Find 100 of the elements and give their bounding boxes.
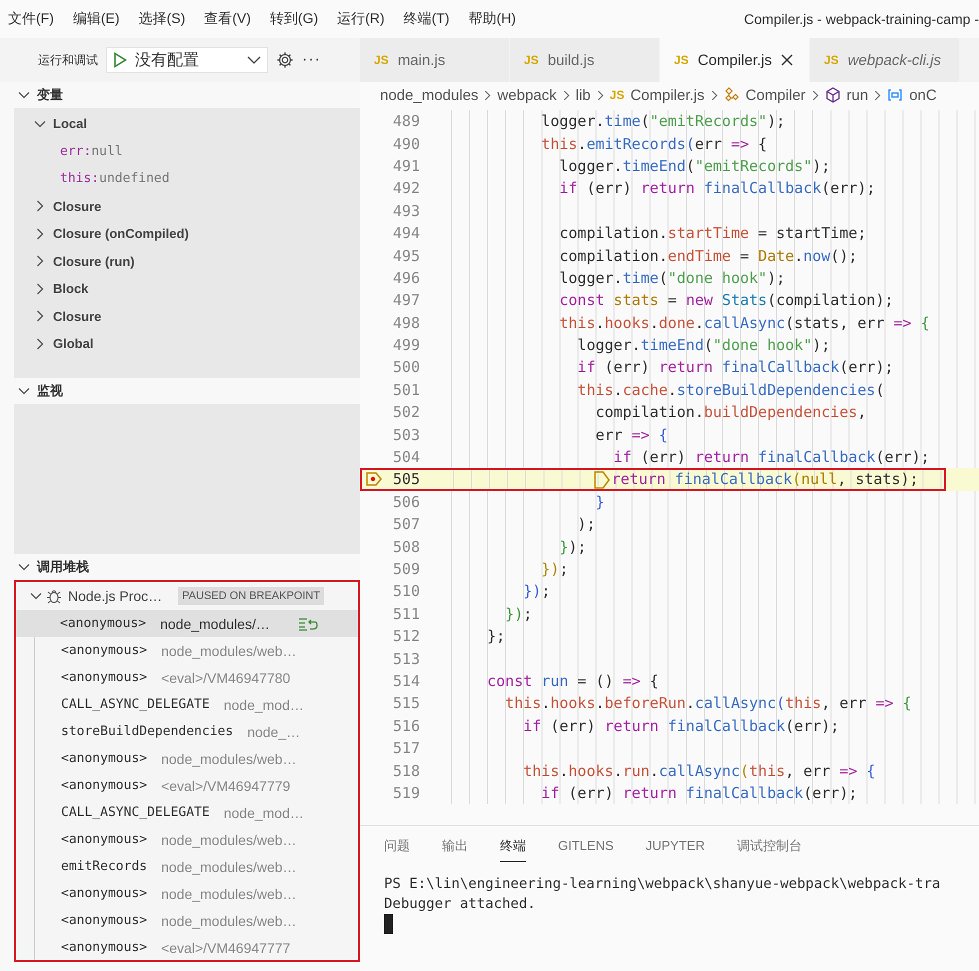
stack-frame[interactable]: CALL_ASYNC_DELEGATE node_mod… [34,691,358,718]
chevron-icon[interactable] [36,310,44,322]
chevron-right-icon [596,90,604,100]
code-line: if (err) return finalCallback(err); [576,358,894,376]
line-number: 498 [392,314,420,332]
scope-item[interactable]: Block [53,281,88,296]
breadcrumb-item[interactable]: node_modules [380,86,478,104]
section-title[interactable]: 调用堆栈 [37,558,89,576]
chevron-right-icon [562,90,570,100]
menu-item[interactable]: 文件(F) [8,10,54,28]
run-debug-label: 运行和调试 [38,52,98,68]
chevron-icon[interactable] [36,282,44,295]
stack-frame[interactable]: storeBuildDependencies node_… [34,718,358,745]
line-number: 501 [392,380,420,399]
more-actions-button[interactable]: ··· [302,51,321,69]
editor-tab[interactable]: JS webpack-cli.js [810,38,960,82]
menu-item[interactable]: 帮助(H) [468,10,516,28]
breadcrumb-item[interactable]: Compiler.js [630,86,705,104]
chevron-icon[interactable] [36,338,44,350]
breadcrumb-item[interactable]: Compiler [746,86,806,104]
menu-item[interactable]: 运行(R) [337,10,385,28]
scope-item[interactable]: Closure (run) [53,254,135,269]
breakpoint-icon[interactable] [365,471,383,488]
code-line: compilation.startTime = startTime; [558,224,866,242]
chevron-icon[interactable] [18,563,30,571]
editor-tab[interactable]: JS main.js [360,38,510,82]
scope-item[interactable]: Local [53,116,87,132]
section-title[interactable]: 监视 [37,382,63,400]
scope-item[interactable]: Closure [53,308,102,324]
window-title: Compiler.js - webpack-training-camp - [744,11,979,27]
panel-tab[interactable]: 输出 [442,830,468,862]
line-number: 499 [392,336,420,354]
code-line: logger.timeEnd("emitRecords"); [558,156,830,175]
line-number: 492 [392,179,420,198]
menu-item[interactable]: 转到(G) [270,10,318,28]
stack-frame[interactable]: <anonymous> node_modules/web… [34,880,358,907]
stack-frame[interactable]: <anonymous> <eval>/VM46947777 [34,934,358,960]
chevron-icon[interactable] [18,91,30,99]
variable-item[interactable]: this:undefined [14,165,360,192]
line-number: 517 [392,739,420,758]
settings-icon[interactable] [276,51,294,69]
panel-tab[interactable]: 问题 [384,830,410,862]
chevron-icon[interactable] [30,592,42,600]
chevron-icon[interactable] [36,200,44,212]
restart-frame-icon[interactable] [298,616,318,630]
play-icon[interactable] [113,52,127,68]
code-line: }); [504,604,532,623]
line-number: 502 [392,403,420,422]
stack-frame[interactable]: CALL_ASYNC_DELEGATE node_mod… [34,799,358,826]
chevron-icon[interactable] [34,120,46,128]
breadcrumb-item[interactable]: lib [576,86,591,104]
section-title[interactable]: 变量 [37,86,63,104]
js-file-icon: JS [524,53,539,67]
code-line: logger.time("done hook"); [558,268,786,287]
breadcrumb-item[interactable]: webpack [497,86,557,104]
menu-item[interactable]: 编辑(E) [72,10,120,28]
close-icon[interactable] [780,54,793,66]
configuration-dropdown[interactable]: 没有配置 [106,47,268,73]
tab-label: main.js [398,52,446,68]
editor-tab[interactable]: JS build.js [510,38,660,82]
stack-frame[interactable]: <anonymous> node_modules/web… [34,637,358,664]
line-number: 509 [392,560,420,578]
chevron-icon[interactable] [36,228,44,240]
stack-frame[interactable]: <anonymous> node_modules/web… [34,907,358,934]
tab-label: build.js [548,52,594,68]
panel-tab[interactable]: 终端 [500,830,526,862]
session-label[interactable]: Node.js Proc… [68,588,162,604]
line-number: 507 [392,515,420,534]
menu-item[interactable]: 查看(V) [204,10,251,28]
menu-item[interactable]: 选择(S) [138,10,186,28]
chevron-icon[interactable] [18,387,30,395]
variable-icon [887,87,904,103]
stack-frame[interactable]: <anonymous> node_modules/web… [34,745,358,772]
line-number: 496 [392,268,420,287]
panel-tab[interactable]: JUPYTER [646,832,705,860]
panel-tab[interactable]: GITLENS [558,832,614,860]
line-number: 511 [392,604,420,623]
menu-item[interactable]: 终端(T) [404,10,450,28]
scope-item[interactable]: Closure (onCompiled) [53,226,189,242]
chevron-right-icon [710,90,718,100]
variable-item[interactable]: err:null [14,138,360,165]
line-number: 503 [392,426,420,444]
code-line: }); [540,560,568,578]
stack-frame[interactable]: <anonymous> node_modules/… [16,610,358,637]
scope-item[interactable]: Closure [53,198,102,214]
breadcrumb-item[interactable]: onC [909,86,937,104]
line-number: 510 [392,582,420,600]
stack-frame[interactable]: <anonymous> <eval>/VM46947779 [34,772,358,799]
js-file-icon: JS [824,53,839,67]
panel-tab[interactable]: 调试控制台 [736,830,802,862]
code-line: compilation.endTime = Date.now(); [558,246,858,265]
line-number: 505 [392,470,420,488]
stack-frame[interactable]: <anonymous> <eval>/VM46947780 [34,664,358,691]
scope-item[interactable]: Global [53,336,94,352]
chevron-icon[interactable] [36,255,44,268]
editor-tab[interactable]: JS Compiler.js [660,38,810,82]
stack-frame[interactable]: <anonymous> node_modules/web… [34,826,358,853]
code-line: this.emitRecords(err => { [540,134,768,153]
breadcrumb-item[interactable]: run [846,86,868,104]
stack-frame[interactable]: emitRecords node_modules/web… [34,853,358,880]
